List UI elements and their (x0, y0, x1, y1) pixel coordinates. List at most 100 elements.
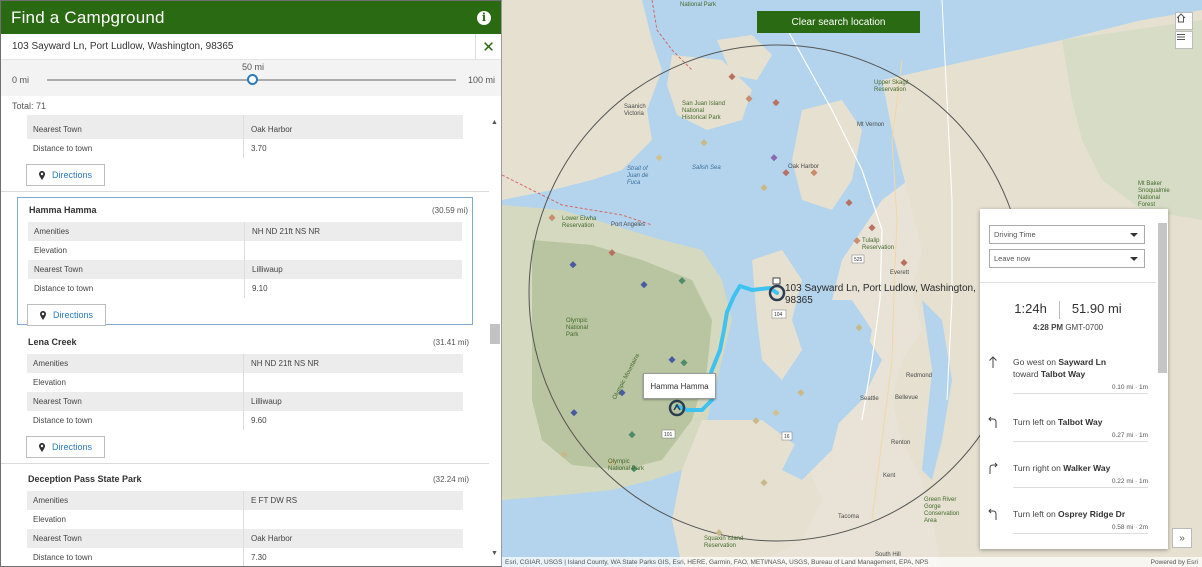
attr-value: NH ND 21ft NS NR (251, 359, 320, 368)
attr-row-nearest-town: Nearest Town Oak Harbor (27, 529, 463, 548)
attr-row-amenities: Amenities NH ND 21ft NS NR (27, 354, 463, 373)
directions-label: Directions (52, 170, 93, 180)
attr-row-elevation: Elevation (28, 241, 462, 260)
attr-label: Distance to town (27, 548, 244, 566)
attr-value: Oak Harbor (251, 534, 293, 543)
scrollbar-thumb[interactable] (490, 324, 500, 344)
directions-scrollbar[interactable] (1156, 221, 1168, 549)
info-icon[interactable]: i (477, 10, 491, 25)
pin-icon (40, 310, 46, 320)
attr-value: E FT DW RS (251, 496, 298, 505)
attr-label: Elevation (27, 373, 244, 392)
step-street-2: Talbot Way (1040, 369, 1086, 379)
map-label-kent: Kent (883, 473, 896, 479)
clear-search-location-button[interactable]: Clear search location (757, 11, 920, 33)
attr-label: Elevation (27, 510, 244, 529)
step-meta: 0.58 mi · 2m (1013, 524, 1148, 534)
map-label-port-angeles: Port Angeles (611, 222, 646, 228)
attr-label: Amenities (27, 354, 244, 373)
map-label-upper-skagit: Upper Skagit Reservation (874, 80, 909, 93)
step-text: Turn right on Walker Way (1013, 462, 1148, 474)
step-street: Osprey Ridge Dr (1058, 509, 1126, 519)
chevron-down-icon (1130, 232, 1138, 237)
arrival-timezone: GMT-0700 (1065, 323, 1104, 332)
route-distance: 51.90 mi (1071, 301, 1122, 316)
attr-value: 7.30 (251, 553, 267, 562)
step-action: Go west on (1013, 357, 1059, 367)
layer-list-button[interactable] (1175, 31, 1193, 49)
attr-label: Nearest Town (28, 260, 245, 279)
home-icon (1176, 13, 1186, 23)
depart-time-select[interactable]: Leave now (989, 249, 1145, 268)
campground-card[interactable]: Lena Creek (31.41 mi) Amenities NH ND 21… (17, 330, 473, 458)
summary-divider (980, 282, 1156, 283)
directions-scrollbar-thumb[interactable] (1158, 223, 1167, 373)
distance-slider[interactable]: 0 mi 50 mi 100 mi (1, 60, 501, 96)
attr-value: 9.60 (251, 416, 267, 425)
scroll-down-icon[interactable]: ▼ (491, 550, 498, 557)
address-search-input[interactable] (1, 34, 475, 59)
attr-label: Distance to town (27, 411, 244, 430)
directions-label: Directions (52, 442, 93, 452)
campground-card-selected[interactable]: Hamma Hamma (30.59 mi) Amenities NH ND 2… (17, 197, 473, 326)
map-label-everett: Everett (890, 270, 910, 276)
attr-row-nearest-town: Nearest Town Lilliwaup (28, 260, 462, 279)
turn-right-icon (989, 462, 998, 474)
map-view[interactable]: 104 101 525 16 National Park Saanich Vic… (502, 0, 1202, 567)
svg-text:525: 525 (854, 257, 863, 263)
attr-row-nearest-town: Nearest Town Lilliwaup (27, 392, 463, 411)
campground-card[interactable]: Deception Pass State Park (32.24 mi) Ame… (17, 467, 473, 566)
map-label-squaxin: Squaxin Island Reservation (704, 536, 744, 549)
step-text: Go west on Sayward Ln toward Talbot Way (1013, 356, 1148, 380)
directions-button[interactable]: Directions (26, 436, 105, 458)
home-button[interactable] (1175, 12, 1193, 30)
attr-value: 3.70 (251, 144, 267, 153)
map-label-renton: Renton (891, 440, 911, 446)
map-label-salish-sea: Salish Sea (692, 165, 721, 171)
card-header: Deception Pass State Park (32.24 mi) (17, 467, 473, 491)
clear-search-icon[interactable]: ✕ (475, 33, 501, 60)
scroll-up-icon[interactable]: ▲ (491, 119, 498, 126)
directions-panel: Driving Time Leave now 1:24h 51.90 mi 4:… (980, 209, 1168, 549)
double-chevron-right-icon: » (1179, 532, 1185, 544)
direction-step[interactable]: Turn right on Walker Way 0.22 mi · 1m (988, 462, 1148, 488)
map-label-san-juan: San Juan Island National Historical Park (682, 101, 726, 121)
attr-label: Distance to town (28, 279, 245, 298)
powered-by-esri[interactable]: Powered by Esri (1151, 559, 1202, 566)
map-label-green-river: Green River Gorge Conservation Area (924, 497, 960, 524)
directions-button[interactable]: Directions (26, 164, 105, 186)
map-label-olympic-nf: Olympic National Park (608, 459, 645, 472)
arrow-up-icon (989, 356, 997, 368)
map-label-tulalip: Tulalip Reservation (862, 238, 895, 251)
campground-card[interactable]: Elevation Nearest Town Oak Harbor Distan… (17, 115, 473, 186)
app-title: Find a Campground (11, 7, 165, 27)
attr-row-elevation: Elevation (27, 373, 463, 392)
map-label-mt-vernon: Mt Vernon (857, 122, 885, 128)
direction-step[interactable]: Turn left on Osprey Ridge Dr 0.58 mi · 2… (988, 508, 1148, 534)
directions-label: Directions (53, 310, 94, 320)
attr-value: Lilliwaup (251, 397, 282, 406)
map-attribution: Esri, CGIAR, USGS | Island County, WA St… (502, 557, 1202, 567)
direction-step[interactable]: Turn left on Talbot Way 0.27 mi · 1m (988, 416, 1148, 442)
list-scrollbar[interactable]: ▲ ▼ (489, 117, 501, 557)
attr-label: Nearest Town (27, 120, 244, 139)
slider-thumb[interactable] (247, 74, 258, 85)
step-action: Turn left on (1013, 509, 1059, 519)
collapse-directions-button[interactable]: » (1172, 528, 1192, 548)
attr-row-amenities: Amenities E FT DW RS (27, 491, 463, 510)
campground-popup[interactable]: Hamma Hamma (643, 373, 716, 399)
map-label-strait: Strait of Juan de Fuca (627, 166, 649, 186)
map-label-redmond: Redmond (906, 373, 933, 379)
step-meta: 0.10 mi · 1m (1013, 384, 1148, 394)
directions-button[interactable]: Directions (27, 304, 106, 326)
step-text: Turn left on Talbot Way (1013, 416, 1148, 428)
campground-list: Elevation Nearest Town Oak Harbor Distan… (1, 115, 489, 566)
card-header: Hamma Hamma (30.59 mi) (18, 198, 472, 222)
direction-step[interactable]: Go west on Sayward Ln toward Talbot Way … (988, 356, 1148, 394)
attr-label: Distance to town (27, 139, 244, 158)
map-label-seattle: Seattle (860, 396, 879, 402)
attribution-text: Esri, CGIAR, USGS | Island County, WA St… (505, 558, 929, 566)
turn-left-icon (988, 508, 997, 520)
travel-mode-select[interactable]: Driving Time (989, 225, 1145, 244)
map-label-oak-harbor: Oak Harbor (788, 164, 820, 170)
